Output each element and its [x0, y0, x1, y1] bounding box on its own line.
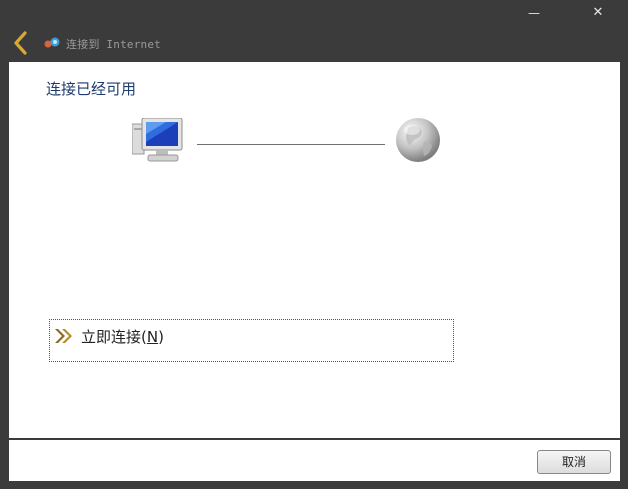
footer-bar: 取消: [9, 438, 620, 481]
minimize-button[interactable]: —: [520, 4, 548, 22]
window-title: 连接到 Internet: [66, 38, 162, 51]
cancel-button[interactable]: 取消: [537, 450, 611, 474]
connect-now-label: 立即连接(N): [81, 328, 164, 346]
content-panel: 连接已经可用 立即连接(N): [9, 62, 620, 438]
double-chevron-right-icon: [55, 329, 72, 343]
connect-now-option[interactable]: 立即连接(N): [49, 319, 454, 362]
computer-icon: [132, 118, 183, 162]
title-bar: — ✕ 连接到 Internet: [0, 0, 628, 62]
globe-icon: [396, 118, 440, 162]
connection-line: [197, 144, 385, 145]
close-button[interactable]: ✕: [584, 4, 612, 22]
network-icon: [44, 37, 60, 48]
wizard-window: — ✕ 连接到 Internet 连接已经可用 立即连接(N) 取消: [0, 0, 628, 489]
page-title: 连接已经可用: [46, 80, 137, 98]
back-arrow-icon[interactable]: [10, 30, 34, 56]
